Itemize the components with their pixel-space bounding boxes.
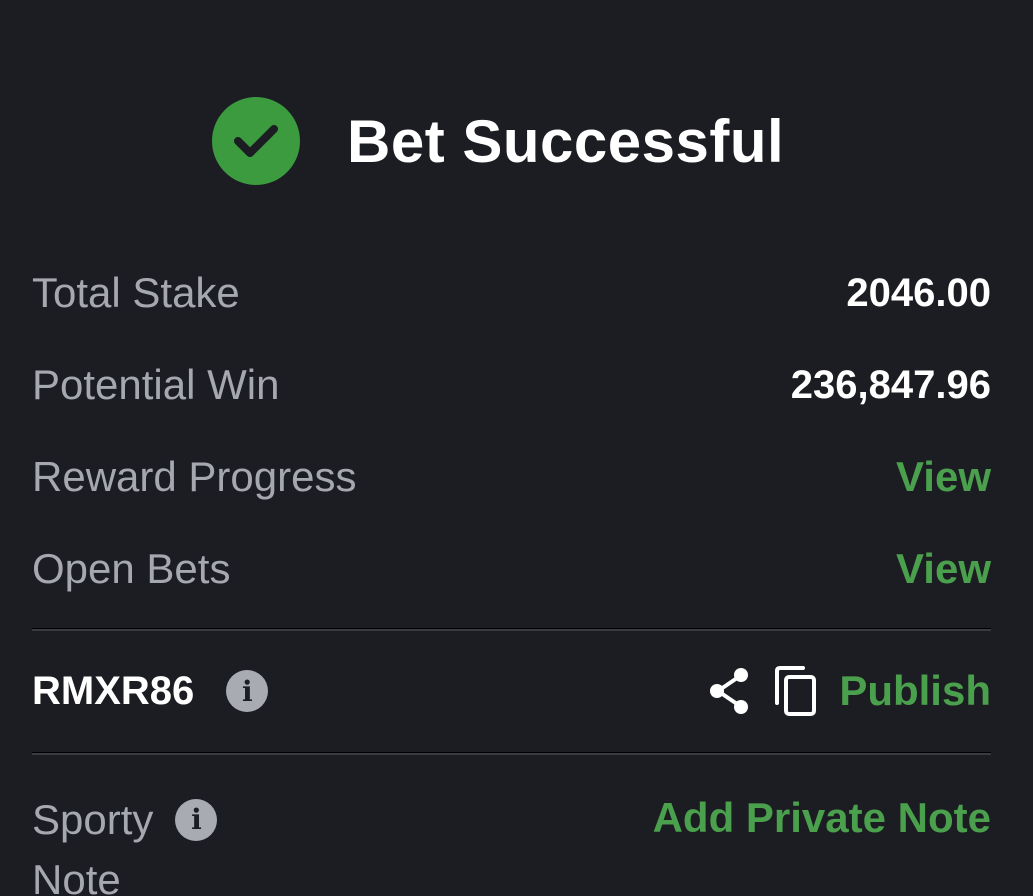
- total-stake-label: Total Stake: [32, 269, 240, 316]
- copy-icon[interactable]: [773, 665, 819, 717]
- reward-progress-label: Reward Progress: [32, 453, 357, 500]
- booking-actions: Publish: [707, 665, 991, 717]
- potential-win-row: Potential Win 236,847.96: [32, 355, 991, 415]
- open-bets-label: Open Bets: [32, 545, 231, 592]
- open-bets-row: Open Bets View: [32, 539, 991, 599]
- potential-win-value: 236,847.96: [790, 362, 991, 407]
- reward-progress-view-link[interactable]: View: [896, 453, 991, 501]
- share-icon[interactable]: [707, 667, 751, 715]
- open-bets-view-link[interactable]: View: [896, 545, 991, 593]
- publish-button[interactable]: Publish: [839, 667, 991, 715]
- add-private-note-link[interactable]: Add Private Note: [653, 790, 991, 846]
- reward-progress-row: Reward Progress View: [32, 447, 991, 507]
- check-circle-icon: [212, 97, 300, 185]
- sporty-note-label-line2: Note: [32, 856, 121, 896]
- potential-win-label: Potential Win: [32, 361, 280, 408]
- info-icon[interactable]: i: [226, 670, 269, 712]
- page-title: Bet Successful: [347, 107, 785, 175]
- sporty-note-label-line1: Sporty: [32, 796, 154, 843]
- success-header: Bet Successful: [212, 97, 784, 185]
- bet-success-panel: Bet Successful Total Stake 2046.00 Poten…: [0, 0, 1033, 896]
- total-stake-row: Total Stake 2046.00: [32, 263, 991, 323]
- info-icon[interactable]: i: [175, 799, 218, 841]
- divider: [32, 629, 991, 631]
- total-stake-value: 2046.00: [846, 270, 991, 315]
- divider: [32, 753, 991, 755]
- sporty-note-label: Sporty i Note: [32, 790, 218, 896]
- booking-code: RMXR86: [32, 668, 195, 713]
- booking-code-group: RMXR86 i: [32, 668, 269, 714]
- booking-code-row: RMXR86 i Publish: [32, 661, 991, 721]
